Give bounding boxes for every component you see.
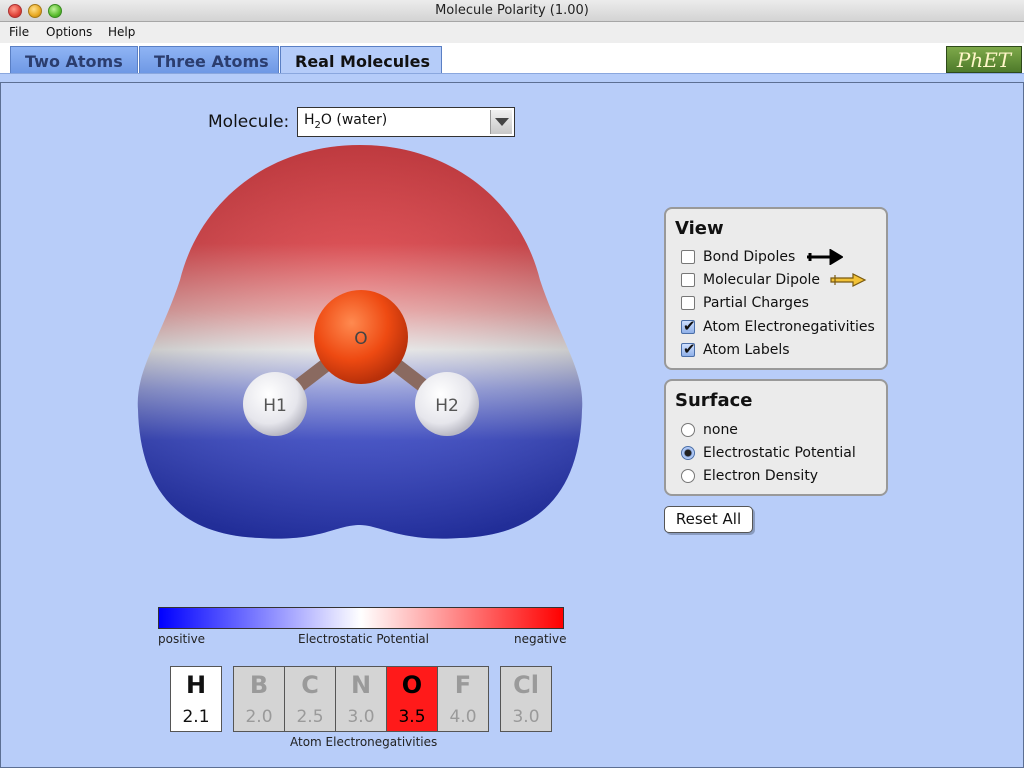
surface-panel: Surface none Electrostatic Potential Ele… [664,379,888,496]
element-value: 3.5 [398,707,426,727]
molecular-dipole-arrow-icon [830,273,867,287]
key-positive-label: positive [158,632,206,646]
molecule-3d-view[interactable]: O H1 H2 [130,140,590,550]
menu-file[interactable]: File [9,25,29,39]
view-panel: View Bond Dipoles Molecular Dipole Parti… [664,207,888,370]
element-symbol: Cl [513,671,539,699]
reset-all-button[interactable]: Reset All [664,506,753,533]
surface-electrostatic-label: Electrostatic Potential [703,445,856,461]
element-value: 2.5 [296,707,324,727]
bond-dipoles-label: Bond Dipoles [703,249,796,265]
partial-charges-label: Partial Charges [703,295,809,311]
atom-label-o: O [354,329,367,349]
atom-label-h1: H1 [263,396,287,416]
title-bar: Molecule Polarity (1.00) [0,0,1024,22]
molecular-dipole-checkbox[interactable]: Molecular Dipole [681,272,881,290]
element-symbol: N [350,671,372,699]
element-value: 3.0 [347,707,375,727]
menu-help[interactable]: Help [108,25,135,39]
surface-density-radio[interactable]: Electron Density [681,468,881,486]
window-title: Molecule Polarity (1.00) [435,3,589,18]
tab-three-atoms[interactable]: Three Atoms [139,46,279,76]
surface-density-label: Electron Density [703,468,819,484]
key-title-label: Electrostatic Potential [298,632,429,646]
dropdown-button[interactable] [490,110,512,134]
element-symbol: B [249,671,269,699]
element-value: 2.0 [245,707,273,727]
atom-label-h2: H2 [435,396,459,416]
element-symbol: F [454,671,472,699]
en-cell-f: F 4.0 [437,666,489,732]
phet-logo[interactable]: PhET [946,46,1022,73]
tab-real-molecules[interactable]: Real Molecules [280,46,442,76]
atom-labels-box[interactable] [681,340,696,358]
atom-electronegativities-box[interactable] [681,317,696,335]
partial-charges-checkbox[interactable]: Partial Charges [681,295,881,313]
minimize-window-button[interactable] [28,4,42,18]
key-negative-label: negative [514,632,567,646]
element-symbol: C [301,671,319,699]
atom-labels-label: Atom Labels [703,342,790,358]
surface-electrostatic-radio[interactable]: Electrostatic Potential [681,445,881,463]
molecule-label: Molecule: [208,112,290,132]
element-symbol: O [401,671,423,699]
en-cell-cl: Cl 3.0 [500,666,552,732]
potential-color-key [158,607,564,629]
molecular-dipole-box[interactable] [681,273,695,287]
atom-labels-checkbox[interactable]: Atom Labels [681,340,881,360]
element-value: 4.0 [449,707,477,727]
bond-dipoles-box[interactable] [681,250,695,264]
surface-electrostatic-button[interactable] [681,446,695,460]
atom-electronegativities-label: Atom Electronegativities [703,319,875,335]
element-value: 2.1 [182,707,210,727]
tab-underline [0,73,1024,82]
bond-dipoles-checkbox[interactable]: Bond Dipoles [681,249,881,267]
surface-density-button[interactable] [681,469,695,483]
bond-dipole-arrow-icon [807,249,843,265]
view-panel-title: View [675,218,724,239]
surface-none-button[interactable] [681,423,695,437]
atom-electronegativities-checkbox[interactable]: Atom Electronegativities [681,317,881,337]
molecule-selector[interactable]: H2O (water) [297,107,515,137]
electronegativity-caption: Atom Electronegativities [290,735,438,749]
element-symbol: H [185,671,207,699]
surface-none-label: none [703,422,738,438]
tab-row: Two Atoms Three Atoms Real Molecules PhE… [0,43,1024,76]
en-cell-c: C 2.5 [284,666,336,732]
surface-panel-title: Surface [675,390,753,411]
element-value: 3.0 [512,707,540,727]
surface-none-radio[interactable]: none [681,422,881,440]
en-cell-o: O 3.5 [386,666,438,732]
zoom-window-button[interactable] [48,4,62,18]
menu-options[interactable]: Options [46,25,92,39]
chevron-down-icon [495,118,509,126]
en-cell-h: H 2.1 [170,666,222,732]
en-cell-n: N 3.0 [335,666,387,732]
partial-charges-box[interactable] [681,296,695,310]
en-cell-b: B 2.0 [233,666,285,732]
molecular-dipole-label: Molecular Dipole [703,272,821,288]
tab-two-atoms[interactable]: Two Atoms [10,46,138,76]
menu-bar: File Options Help [0,22,1024,43]
close-window-button[interactable] [8,4,22,18]
molecule-selected-value: H2O (water) [304,112,388,131]
